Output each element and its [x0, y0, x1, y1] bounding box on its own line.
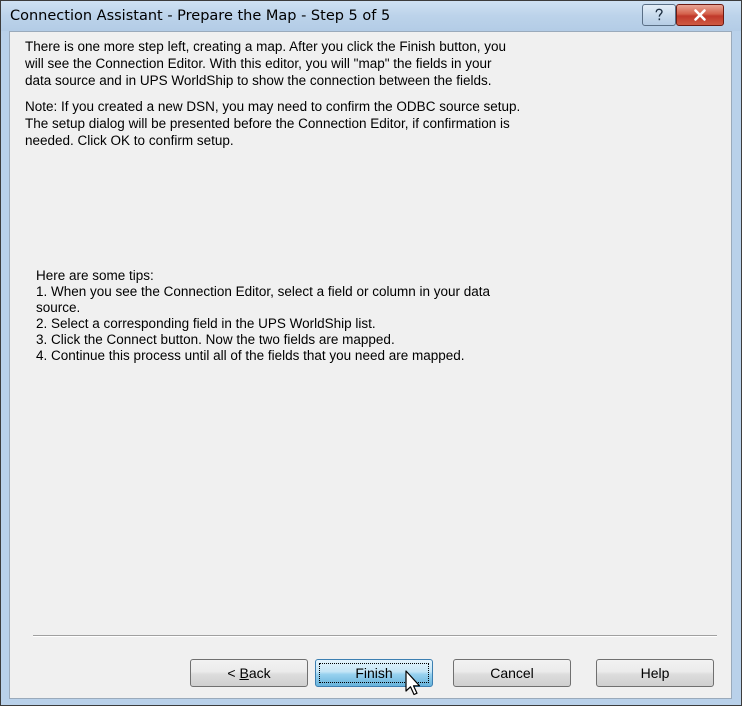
- connection-assistant-dialog: Connection Assistant - Prepare the Map -…: [0, 0, 742, 706]
- tip-line: source.: [36, 300, 81, 315]
- close-x-icon: [694, 9, 706, 21]
- cancel-button-label: Cancel: [490, 665, 534, 681]
- back-button-prefix: <: [227, 665, 240, 681]
- window-title: Connection Assistant - Prepare the Map -…: [10, 8, 391, 24]
- mouse-pointer-icon: [405, 670, 421, 696]
- tip-line: 1. When you see the Connection Editor, s…: [36, 284, 491, 299]
- help-dialog-button[interactable]: Help: [596, 659, 714, 687]
- intro-text: There is one more step left, creating a …: [25, 39, 506, 88]
- question-mark-icon: [655, 8, 663, 21]
- back-button[interactable]: < Back: [190, 659, 308, 687]
- title-bar[interactable]: Connection Assistant - Prepare the Map -…: [1, 1, 741, 31]
- help-button-label: Help: [640, 665, 670, 681]
- tip-line: 3. Click the Connect button. Now the two…: [36, 332, 395, 347]
- tip-line: 4. Continue this process until all of th…: [36, 348, 465, 363]
- back-button-mnemonic: B: [239, 665, 249, 681]
- tips-section: Here are some tips: 1. When you see the …: [36, 268, 686, 364]
- back-button-label: ack: [248, 665, 271, 681]
- tips-heading: Here are some tips:: [36, 268, 154, 283]
- cancel-button[interactable]: Cancel: [453, 659, 571, 687]
- button-separator: [33, 635, 717, 637]
- tip-line: 2. Select a corresponding field in the U…: [36, 316, 376, 331]
- dialog-body: There is one more step left, creating a …: [9, 31, 732, 699]
- close-button[interactable]: [676, 4, 724, 26]
- help-button[interactable]: [642, 4, 676, 26]
- note-text: Note: If you created a new DSN, you may …: [25, 99, 521, 148]
